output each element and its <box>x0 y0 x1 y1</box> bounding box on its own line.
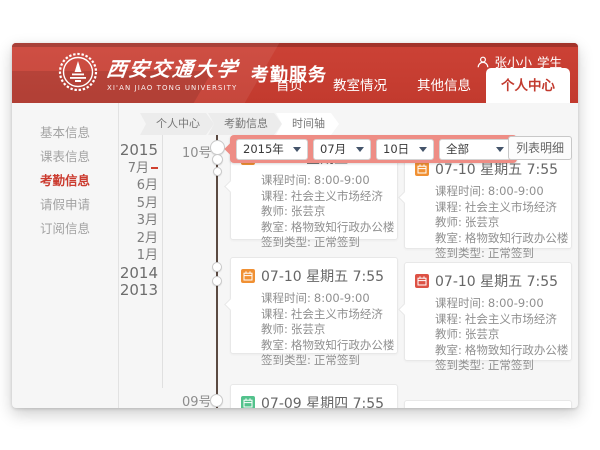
nav-home[interactable]: 首页 <box>261 68 318 103</box>
calendar-icon <box>241 269 255 283</box>
calendar-icon <box>415 274 429 288</box>
card-date: 07-09 星期四 7:55 <box>261 393 384 408</box>
breadcrumb: 个人中心 考勤信息 时间轴 <box>140 113 339 135</box>
rail-month-march[interactable]: 3月 <box>52 212 158 230</box>
filter-bar: 2015年 07月 10日 全部 <box>230 135 517 163</box>
timeline-node <box>212 262 222 272</box>
university-name-en: XI'AN JIAO TONG UNIVERSITY <box>107 84 239 92</box>
breadcrumb-personal-center[interactable]: 个人中心 <box>140 113 214 135</box>
list-detail-button[interactable]: 列表明细 <box>508 136 572 160</box>
rail-year-2015[interactable]: 2015 <box>52 142 158 160</box>
rail-divider <box>162 135 163 388</box>
timeline-node <box>213 167 222 176</box>
nav-other-info[interactable]: 其他信息 <box>402 68 486 103</box>
app-header: 西安交通大学 XI'AN JIAO TONG UNIVERSITY 考勤服务 张… <box>12 43 578 103</box>
timeline-node <box>210 394 223 407</box>
main-nav: 首页 教室情况 其他信息 个人中心 <box>261 68 570 103</box>
rail-month-july[interactable]: 7月 <box>52 160 158 178</box>
nav-personal-center[interactable]: 个人中心 <box>486 68 570 103</box>
calendar-icon <box>415 162 429 176</box>
rail-month-may[interactable]: 5月 <box>52 195 158 213</box>
day-select[interactable]: 10日 <box>376 139 434 160</box>
timeline-node <box>210 140 225 155</box>
university-name-cn: 西安交通大学 <box>105 53 241 82</box>
calendar-icon <box>241 396 255 408</box>
rail-year-2013[interactable]: 2013 <box>52 282 158 300</box>
person-icon <box>477 56 489 68</box>
rail-year-2014[interactable]: 2014 <box>52 265 158 283</box>
breadcrumb-attendance-info[interactable]: 考勤信息 <box>208 113 282 135</box>
month-select[interactable]: 07月 <box>313 139 371 160</box>
attendance-card-partial <box>404 400 572 408</box>
rail-month-january[interactable]: 1月 <box>52 247 158 265</box>
year-select[interactable]: 2015年 <box>236 139 308 160</box>
attendance-card: 07-10 星期五 7:55 课程时间:8:00-9:00 课程:社会主义市场经… <box>404 150 572 249</box>
breadcrumb-timeline[interactable]: 时间轴 <box>276 113 339 135</box>
scope-select[interactable]: 全部 <box>439 139 511 160</box>
chevron-down-icon <box>419 147 427 152</box>
nav-classrooms[interactable]: 教室情况 <box>318 68 402 103</box>
timeline-day-10: 10号 <box>182 142 212 161</box>
timeline-node <box>212 276 222 286</box>
app-window: 西安交通大学 XI'AN JIAO TONG UNIVERSITY 考勤服务 张… <box>12 43 578 408</box>
card-date: 07-10 星期五 7:55 <box>435 271 558 291</box>
university-logo-icon <box>58 52 98 92</box>
chevron-down-icon <box>293 147 301 152</box>
chevron-down-icon <box>496 147 504 152</box>
card-date: 07-10 星期五 7:55 <box>261 266 384 286</box>
attendance-card: 07-09 星期四 7:55 <box>230 384 398 408</box>
timeline-rail: 2015 7月 6月 5月 3月 2月 1月 2014 2013 <box>52 142 158 300</box>
attendance-card: 07-10 星期五 7:55 课程时间:8:00-9:00 课程:社会主义市场经… <box>404 262 572 361</box>
timeline-day-09: 09号 <box>182 391 212 408</box>
rail-month-june[interactable]: 6月 <box>52 177 158 195</box>
timeline-node <box>212 154 223 165</box>
attendance-card: 07-10 星期五 7:55 课程时间:8:00-9:00 课程:社会主义市场经… <box>230 257 398 354</box>
chevron-down-icon <box>356 147 364 152</box>
rail-month-february[interactable]: 2月 <box>52 230 158 248</box>
